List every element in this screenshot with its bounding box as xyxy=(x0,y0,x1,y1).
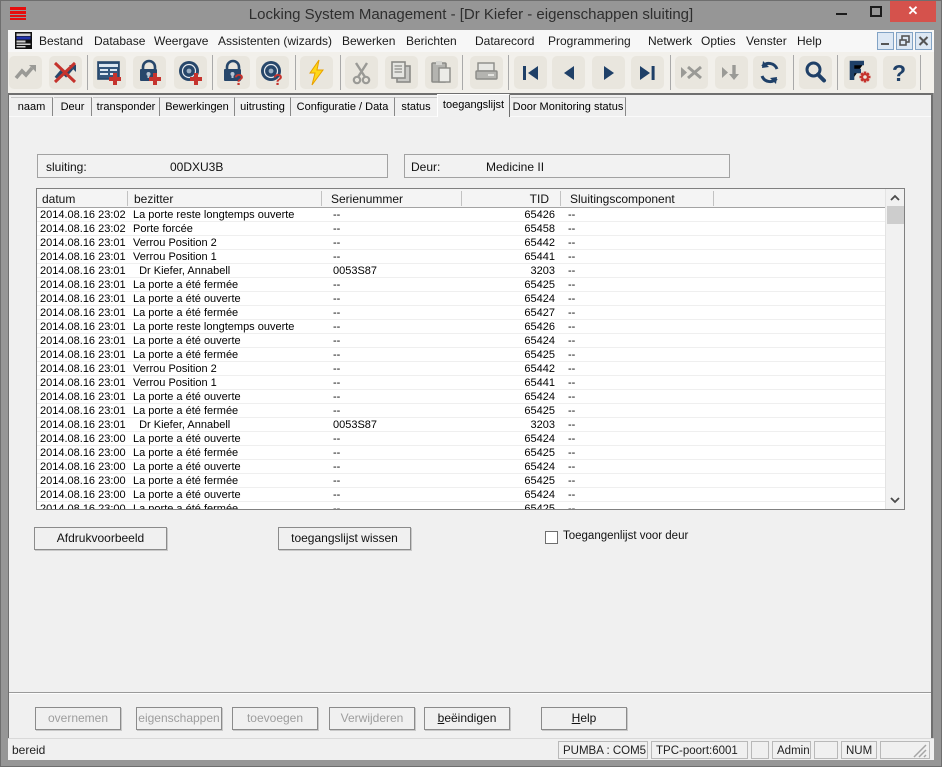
svg-text:?: ? xyxy=(273,72,283,86)
svg-text:?: ? xyxy=(892,60,906,86)
svg-text:?: ? xyxy=(234,72,244,86)
